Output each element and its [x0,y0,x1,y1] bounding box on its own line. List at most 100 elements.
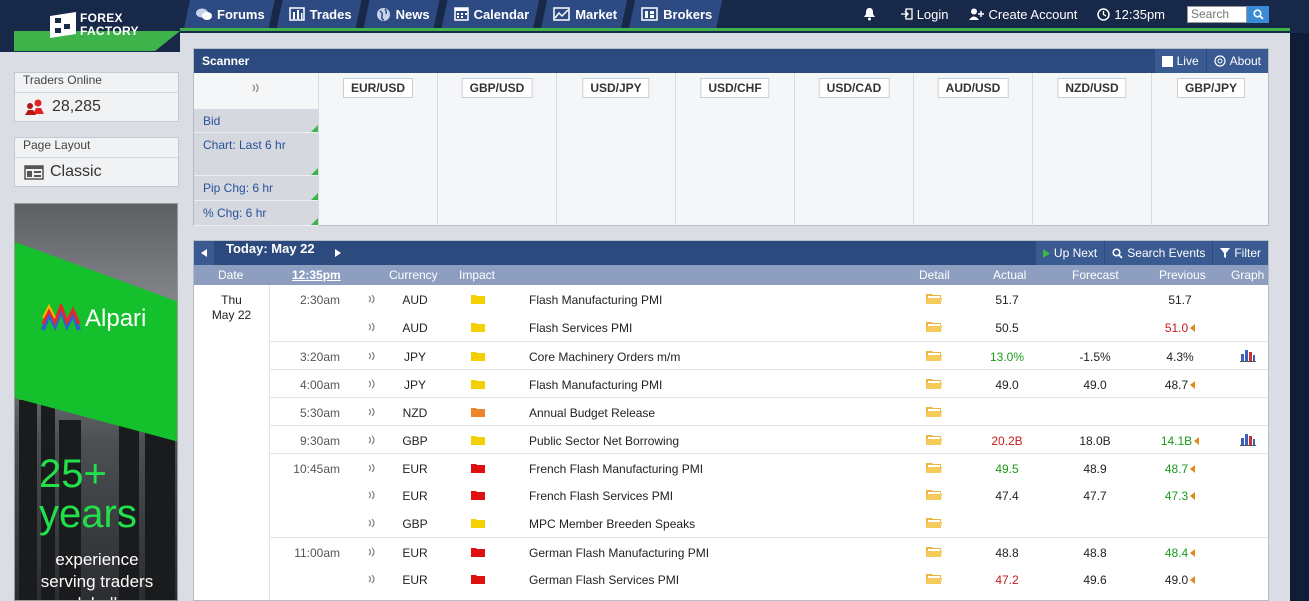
live-toggle[interactable]: Live [1154,49,1206,73]
impact-folder-icon[interactable] [471,351,485,361]
pair-label[interactable]: USD/CAD [818,78,890,98]
event-name[interactable]: Annual Budget Release [529,406,655,420]
event-row[interactable]: 9:30am GBP Public Sector Net Borrowing 2… [270,425,1268,453]
sound-icon[interactable] [367,322,377,332]
detail-folder-icon[interactable] [926,378,942,390]
impact-folder-icon[interactable] [471,407,485,417]
detail-folder-icon[interactable] [926,321,942,333]
detail-folder-icon[interactable] [926,350,942,362]
create-account-link[interactable]: Create Account [968,7,1077,22]
event-row[interactable]: 5:30am NZD Annual Budget Release [270,397,1268,425]
event-row[interactable]: 11:00am EUR German Flash Manufacturing P… [270,537,1268,565]
sound-icon[interactable] [367,294,377,304]
impact-folder-icon[interactable] [471,518,485,528]
impact-folder-icon[interactable] [471,463,485,473]
detail-folder-icon[interactable] [926,462,942,474]
alpari-advertisement[interactable]: Alpari 25+ years experience serving trad… [14,203,178,601]
event-name[interactable]: Flash Manufacturing PMI [529,378,662,392]
impact-folder-icon[interactable] [471,547,485,557]
event-row[interactable]: 10:45am EUR French Flash Manufacturing P… [270,453,1268,481]
pair-label[interactable]: NZD/USD [1057,78,1127,98]
scanner-row-pip-chg[interactable]: Pip Chg: 6 hr [194,176,318,201]
impact-folder-icon[interactable] [471,490,485,500]
detail-folder-icon[interactable] [926,434,942,446]
event-name[interactable]: German Flash Manufacturing PMI [529,546,709,560]
impact-folder-icon[interactable] [471,574,485,584]
impact-folder-icon[interactable] [471,294,485,304]
scanner-row-pct-chg[interactable]: % Chg: 6 hr [194,201,318,226]
event-row[interactable]: AUD Flash Services PMI 50.5 51.0 [270,313,1268,341]
pair-label[interactable]: USD/CHF [700,78,770,98]
sound-icon[interactable] [367,574,377,584]
about-button[interactable]: About [1206,49,1268,73]
prev-day-button[interactable] [194,241,214,265]
nav-calendar[interactable]: Calendar [442,0,540,28]
search-input[interactable] [1187,5,1247,23]
nav-news[interactable]: News [364,0,440,28]
ad-brand: Alpari [41,304,146,334]
traders-online-value-row[interactable]: 28,285 [15,93,178,121]
scanner-row-chart[interactable]: Chart: Last 6 hr [194,133,318,176]
event-time: 3:20am [299,350,340,364]
event-name[interactable]: German Flash Services PMI [529,573,679,587]
event-row[interactable]: EUR French Flash Services PMI 47.4 47.7 … [270,481,1268,509]
impact-folder-icon[interactable] [471,435,485,445]
event-name[interactable]: Flash Services PMI [529,321,632,335]
site-logo[interactable]: FOREX FACTORY [46,8,146,42]
clock[interactable]: 12:35pm [1097,7,1165,22]
sound-icon[interactable] [367,518,377,528]
sound-icon[interactable] [367,351,377,361]
nav-market[interactable]: Market [541,0,627,28]
bell-icon [863,8,875,21]
search-button[interactable] [1247,5,1269,23]
pair-label[interactable]: AUD/USD [937,78,1009,98]
up-next-button[interactable]: Up Next [1035,241,1105,265]
col-time[interactable]: 12:35pm [292,268,341,282]
detail-folder-icon[interactable] [926,517,942,529]
event-time: 11:00am [294,546,340,560]
calendar-icon [454,7,469,21]
impact-folder-icon[interactable] [471,379,485,389]
sound-icon[interactable] [367,407,377,417]
sound-icon[interactable] [367,435,377,445]
detail-folder-icon[interactable] [926,293,942,305]
event-name[interactable]: Public Sector Net Borrowing [529,434,679,448]
pair-label[interactable]: USD/JPY [582,78,650,98]
detail-folder-icon[interactable] [926,406,942,418]
filter-button[interactable]: Filter [1213,241,1268,265]
event-name[interactable]: Core Machinery Orders m/m [529,350,680,364]
event-row[interactable]: 4:00am JPY Flash Manufacturing PMI 49.0 … [270,369,1268,397]
event-actual: 47.2 [995,573,1019,587]
event-name[interactable]: Flash Manufacturing PMI [529,293,662,307]
bar-chart-icon[interactable] [1240,432,1256,446]
event-name[interactable]: MPC Member Breeden Speaks [529,517,695,531]
next-day-button[interactable] [328,241,348,265]
sound-icon[interactable] [367,463,377,473]
pair-label[interactable]: EUR/USD [342,78,414,98]
scanner-row-bid[interactable]: Bid [194,109,318,133]
nav-brokers[interactable]: Brokers [629,0,722,28]
sound-icon[interactable] [367,379,377,389]
search-events-button[interactable]: Search Events [1105,241,1213,265]
sound-icon[interactable] [367,547,377,557]
live-checkbox[interactable] [1161,55,1173,67]
detail-folder-icon[interactable] [926,546,942,558]
pair-label[interactable]: GBP/JPY [1176,78,1246,98]
detail-folder-icon[interactable] [926,489,942,501]
notifications-button[interactable] [863,7,880,21]
page-layout-selector[interactable]: Classic [15,158,178,186]
sound-icon[interactable] [367,490,377,500]
login-link[interactable]: Login [900,7,949,22]
impact-folder-icon[interactable] [471,322,485,332]
pair-label[interactable]: GBP/USD [461,78,533,98]
event-row[interactable]: 3:20am JPY Core Machinery Orders m/m 13.… [270,341,1268,369]
event-row[interactable]: 2:30am AUD Flash Manufacturing PMI 51.7 … [270,285,1268,313]
event-name[interactable]: French Flash Manufacturing PMI [529,462,703,476]
detail-folder-icon[interactable] [926,573,942,585]
bar-chart-icon[interactable] [1240,348,1256,362]
nav-trades[interactable]: Trades [277,0,362,28]
event-row[interactable]: EUR German Flash Services PMI 47.2 49.6 … [270,565,1268,593]
event-name[interactable]: French Flash Services PMI [529,489,673,503]
event-row[interactable]: GBP MPC Member Breeden Speaks [270,509,1268,537]
nav-forums[interactable]: Forums [184,0,275,28]
